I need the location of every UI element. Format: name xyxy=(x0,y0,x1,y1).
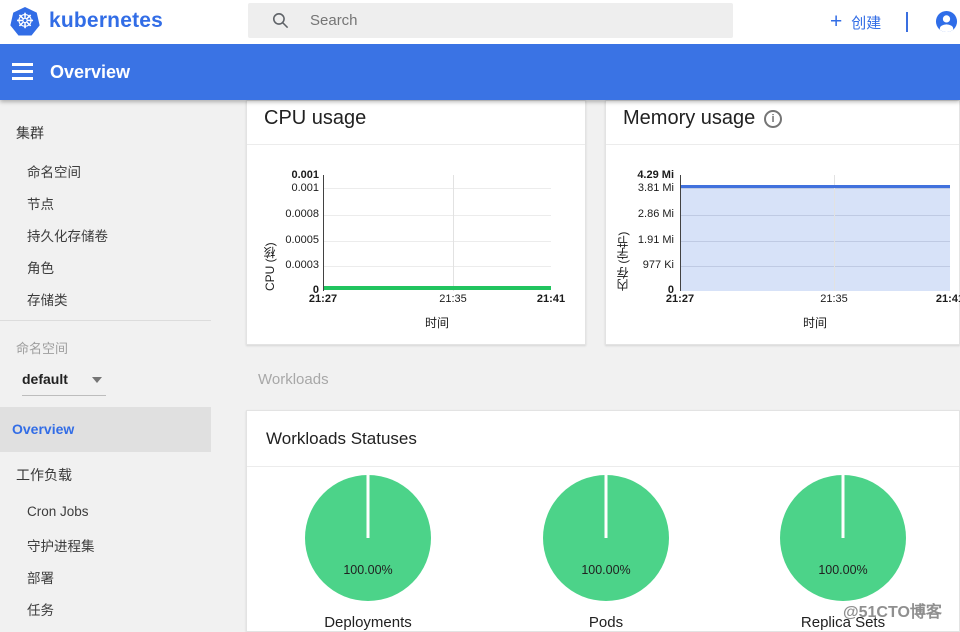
sidebar-item-jobs[interactable]: 任务 xyxy=(27,599,54,619)
memory-usage-line xyxy=(681,185,950,188)
cpu-xtick-start: 21:27 xyxy=(301,293,345,305)
memory-vertical-gridline xyxy=(834,175,835,291)
card-title-divider xyxy=(247,144,585,145)
replica-sets-pie-chart: 100.00% xyxy=(780,475,906,601)
kubernetes-logo-text: kubernetes xyxy=(49,9,163,33)
top-header: ☸ kubernetes + 创建 xyxy=(0,0,960,44)
user-avatar-icon[interactable] xyxy=(935,10,958,33)
sidebar-header-workloads: 工作负载 xyxy=(16,465,72,485)
cpu-ytick: 0.0003 xyxy=(249,259,319,271)
sidebar-item-overview-selected[interactable]: Overview xyxy=(0,407,211,452)
cpu-usage-line xyxy=(324,286,551,290)
sidebar-header-namespace: 命名空间 xyxy=(16,338,68,357)
cpu-ytick: 0.001 xyxy=(249,182,319,194)
card-title-divider xyxy=(606,144,959,145)
pods-pie-chart: 100.00% xyxy=(543,475,669,601)
kubernetes-logo-icon: ☸ xyxy=(10,7,40,37)
chevron-down-icon[interactable] xyxy=(92,377,102,383)
memory-area-fill xyxy=(681,187,950,291)
memory-card-title: Memory usage xyxy=(623,107,755,130)
sidebar-item-namespaces[interactable]: 命名空间 xyxy=(27,161,81,181)
cpu-ytick: 0.0005 xyxy=(249,234,319,246)
pie-segment-divider xyxy=(367,475,370,538)
search-bar[interactable] xyxy=(248,3,733,38)
menu-hamburger-icon[interactable] xyxy=(12,63,33,80)
workloads-statuses-title: Workloads Statuses xyxy=(266,429,417,449)
namespace-select-underline xyxy=(22,395,106,396)
cpu-card-title: CPU usage xyxy=(264,107,366,130)
pods-percentage: 100.00% xyxy=(543,563,669,577)
cpu-xtick-end: 21:41 xyxy=(529,293,573,305)
pods-pie-label: Pods xyxy=(526,614,686,631)
memory-xtick-start: 21:27 xyxy=(658,293,702,305)
pie-segment-divider xyxy=(605,475,608,538)
memory-usage-card: Memory usage i 4.29 Mi 3.81 Mi 2.86 Mi 1… xyxy=(605,100,960,345)
create-button-label: 创建 xyxy=(851,12,881,33)
sidebar-item-cron-jobs[interactable]: Cron Jobs xyxy=(27,504,89,519)
sidebar-header-cluster: 集群 xyxy=(16,123,44,143)
plus-icon: + xyxy=(830,12,842,32)
sidebar-item-nodes[interactable]: 节点 xyxy=(27,193,54,213)
page-title: Overview xyxy=(50,62,130,83)
workloads-section-label: Workloads xyxy=(258,371,329,388)
sidebar-item-storage-classes[interactable]: 存储类 xyxy=(27,289,68,309)
header-divider xyxy=(906,12,908,32)
info-icon[interactable]: i xyxy=(764,110,782,128)
app-bar: Overview xyxy=(0,44,960,100)
cpu-usage-card: CPU usage 0.001 0.001 0.0008 0.0005 0.00… xyxy=(246,100,586,345)
replica-sets-percentage: 100.00% xyxy=(780,563,906,577)
cpu-xtick-mid: 21:35 xyxy=(431,293,475,305)
sidebar-divider xyxy=(0,320,211,321)
deployments-pie-chart: 100.00% xyxy=(305,475,431,601)
pie-segment-divider xyxy=(842,475,845,538)
helm-wheel-glyph: ☸ xyxy=(16,7,35,37)
search-icon xyxy=(271,11,290,30)
memory-xtick-end: 21:41 xyxy=(928,293,960,305)
sidebar-item-deployments[interactable]: 部署 xyxy=(27,567,54,587)
memory-plot-area xyxy=(680,175,950,291)
cpu-y-axis-label: CPU (核) xyxy=(261,175,278,291)
sidebar-item-persistent-volumes[interactable]: 持久化存储卷 xyxy=(27,225,108,245)
deployments-percentage: 100.00% xyxy=(305,563,431,577)
cpu-ytick-max: 0.001 xyxy=(249,169,319,181)
51cto-watermark: @51CTO博客 xyxy=(843,598,942,622)
memory-x-axis-label: 时间 xyxy=(785,314,845,331)
cpu-plot-area xyxy=(323,175,551,291)
cpu-vertical-gridline xyxy=(453,175,454,291)
namespace-select[interactable]: default xyxy=(22,371,68,387)
sidebar-item-roles[interactable]: 角色 xyxy=(27,257,54,277)
memory-xtick-mid: 21:35 xyxy=(812,293,856,305)
create-button[interactable]: + 创建 xyxy=(830,0,881,44)
search-input[interactable] xyxy=(310,3,720,38)
sidebar-nav: 集群 命名空间 节点 持久化存储卷 角色 存储类 命名空间 default Ov… xyxy=(0,100,225,632)
card-title-divider xyxy=(247,466,959,467)
memory-y-axis-label: 内存 (字节) xyxy=(614,175,631,291)
deployments-pie-label: Deployments xyxy=(288,614,448,631)
cpu-ytick: 0.0008 xyxy=(249,208,319,220)
sidebar-item-overview-label: Overview xyxy=(12,421,74,437)
sidebar-item-daemon-sets[interactable]: 守护进程集 xyxy=(27,535,95,555)
cpu-x-axis-label: 时间 xyxy=(407,314,467,331)
